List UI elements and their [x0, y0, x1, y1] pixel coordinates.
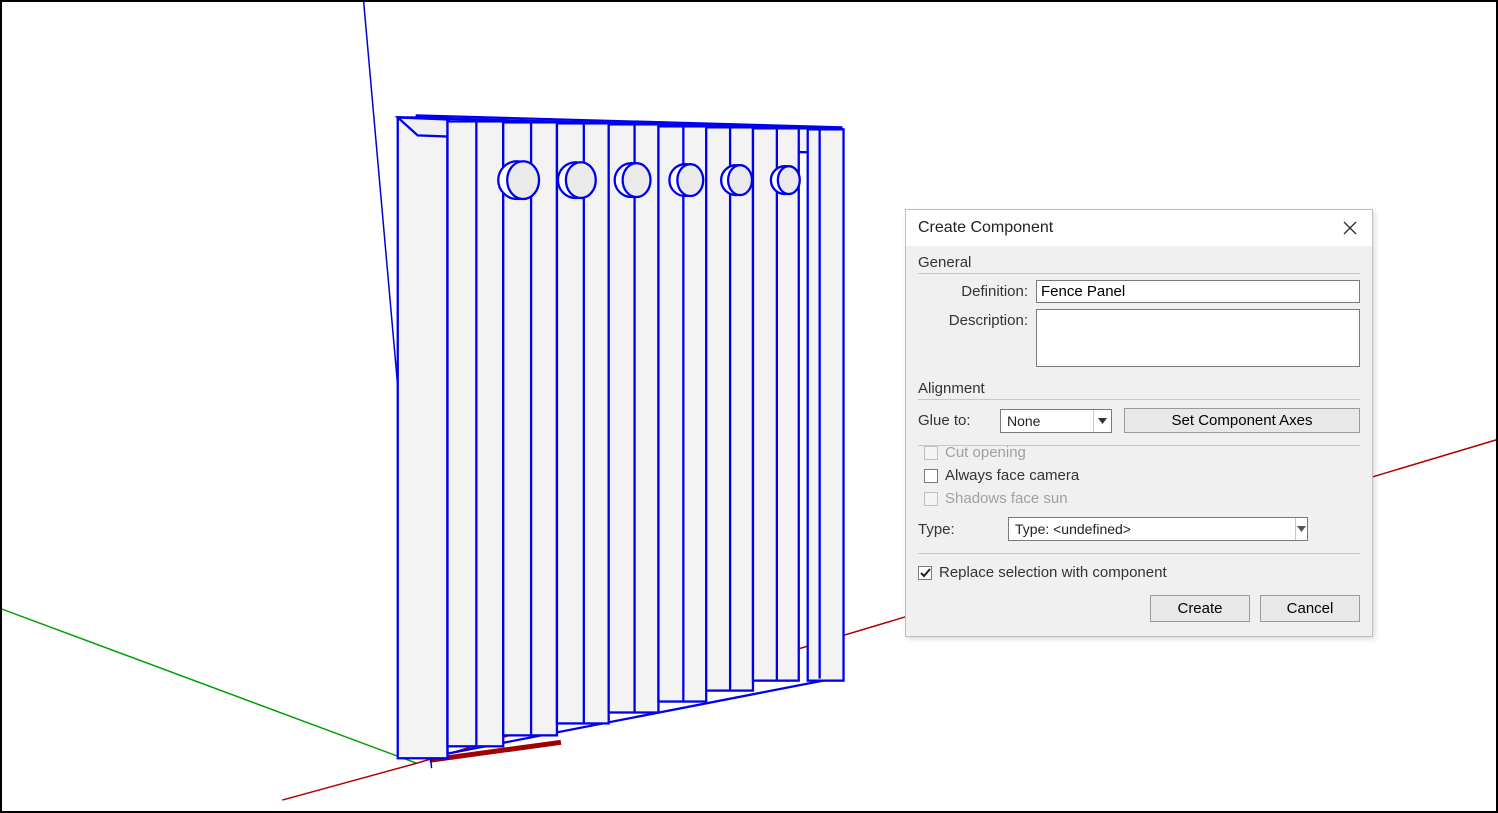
cut-opening-checkbox-row: Cut opening: [924, 444, 1360, 461]
cut-opening-checkbox: [924, 446, 938, 460]
description-label: Description:: [918, 309, 1036, 329]
shadows-face-label: Shadows face sun: [945, 490, 1068, 507]
dialog-footer: Create Cancel: [918, 585, 1360, 624]
replace-selection-row[interactable]: Replace selection with component: [918, 564, 1360, 581]
definition-label: Definition:: [918, 280, 1036, 300]
section-alignment-label: Alignment: [918, 380, 1360, 400]
chevron-down-icon: [1093, 410, 1111, 432]
close-icon[interactable]: [1338, 216, 1362, 240]
type-row: Type: Type: <undefined>: [918, 517, 1360, 554]
replace-selection-checkbox[interactable]: [918, 566, 932, 580]
section-general-label: General: [918, 254, 1360, 274]
always-face-checkbox[interactable]: [924, 469, 938, 483]
glue-to-label: Glue to:: [918, 412, 988, 429]
set-component-axes-button[interactable]: Set Component Axes: [1124, 408, 1360, 433]
shadows-face-checkbox-row: Shadows face sun: [924, 490, 1360, 507]
dialog-body: General Definition: Description: Alignme…: [906, 246, 1372, 636]
type-label: Type:: [918, 521, 988, 538]
cancel-button[interactable]: Cancel: [1260, 595, 1360, 622]
create-component-dialog: Create Component General Definition: Des…: [905, 209, 1373, 637]
create-button[interactable]: Create: [1150, 595, 1250, 622]
type-dropdown[interactable]: Type: <undefined>: [1008, 517, 1308, 541]
dialog-titlebar[interactable]: Create Component: [906, 210, 1372, 246]
alignment-row: Glue to: None Set Component Axes: [918, 408, 1360, 446]
definition-row: Definition:: [918, 280, 1360, 303]
always-face-checkbox-row[interactable]: Always face camera: [924, 467, 1360, 484]
dialog-title: Create Component: [918, 219, 1053, 237]
definition-input[interactable]: [1036, 280, 1360, 303]
cut-opening-label: Cut opening: [945, 444, 1026, 461]
shadows-face-checkbox: [924, 492, 938, 506]
replace-selection-label: Replace selection with component: [939, 564, 1167, 581]
description-input[interactable]: [1036, 309, 1360, 367]
description-row: Description:: [918, 309, 1360, 370]
type-value: Type: <undefined>: [1009, 521, 1295, 537]
chevron-down-icon: [1295, 518, 1307, 540]
glue-to-value: None: [1001, 413, 1093, 429]
glue-to-dropdown[interactable]: None: [1000, 409, 1112, 433]
always-face-label: Always face camera: [945, 467, 1079, 484]
